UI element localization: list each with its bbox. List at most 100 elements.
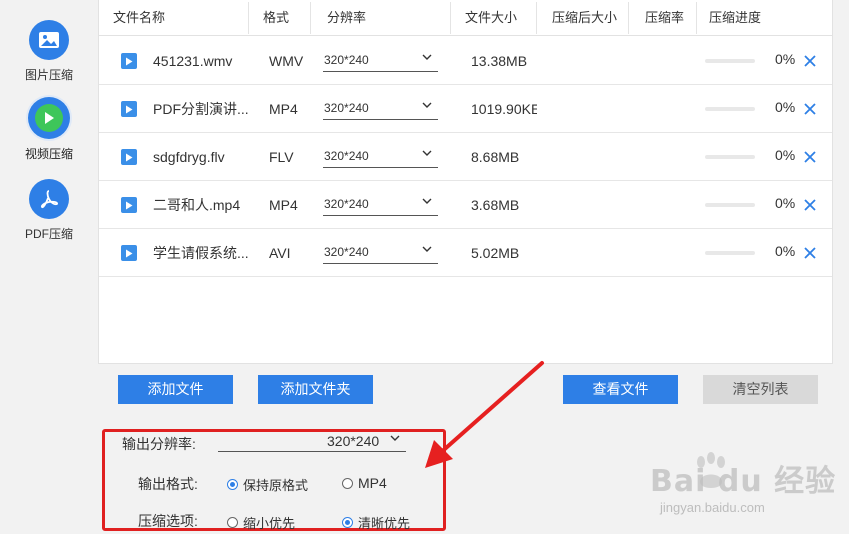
table-row[interactable]: 451231.wmv WMV 320*240 13.38MB 0% xyxy=(99,37,832,85)
compression-ratio xyxy=(645,37,695,85)
sidebar: 图片压缩 视频压缩 PDF压缩 xyxy=(0,0,98,534)
output-format-label: 输出格式: xyxy=(138,476,198,492)
table-row[interactable]: sdgfdryg.flv FLV 320*240 8.68MB 0% xyxy=(99,133,832,181)
column-header-compressed-size: 压缩后大小 xyxy=(552,10,618,25)
progress-bar xyxy=(705,251,755,255)
compress-option-label: 压缩选项: xyxy=(138,513,198,529)
video-file-icon xyxy=(121,53,137,69)
file-format: MP4 xyxy=(269,197,298,213)
table-row[interactable]: 学生请假系统... AVI 320*240 5.02MB 0% xyxy=(99,229,832,277)
file-size: 5.02MB xyxy=(471,245,520,261)
progress-bar xyxy=(705,107,755,111)
file-name: sdgfdryg.flv xyxy=(153,149,225,165)
file-size: 8.68MB xyxy=(471,149,520,165)
remove-row-icon[interactable] xyxy=(803,246,817,260)
file-size: 13.38MB xyxy=(471,53,528,69)
compression-ratio xyxy=(645,85,695,133)
format-option-mp4[interactable]: MP4 xyxy=(342,475,387,491)
chevron-down-icon xyxy=(422,54,432,60)
row-resolution-select[interactable]: 320*240 xyxy=(323,194,438,216)
file-name: 二哥和人.mp4 xyxy=(153,197,241,213)
progress-percent: 0% xyxy=(775,243,796,259)
file-format: AVI xyxy=(269,245,291,261)
radio-unselected-icon xyxy=(342,477,353,489)
chevron-down-icon xyxy=(422,246,432,252)
chevron-down-icon xyxy=(422,150,432,156)
progress-percent: 0% xyxy=(775,147,796,163)
compression-ratio xyxy=(645,133,695,181)
watermark-text: Bai du 经验 xyxy=(650,464,837,499)
table-row[interactable]: PDF分割演讲... MP4 320*240 1019.90KE 0% xyxy=(99,85,832,133)
compressed-size xyxy=(553,229,623,277)
row-resolution-select[interactable]: 320*240 xyxy=(323,98,438,120)
file-name: 451231.wmv xyxy=(153,53,233,69)
row-resolution-select[interactable]: 320*240 xyxy=(323,50,438,72)
compressed-size xyxy=(553,181,623,229)
row-resolution-select[interactable]: 320*240 xyxy=(323,146,438,168)
sidebar-item-label: PDF压缩 xyxy=(24,227,73,241)
compressed-size xyxy=(553,85,623,133)
file-size: 3.68MB xyxy=(471,197,520,213)
column-header-resolution: 分辨率 xyxy=(327,10,367,25)
watermark-url: jingyan.baidu.com xyxy=(660,500,765,515)
file-name: PDF分割演讲... xyxy=(153,101,249,117)
output-resolution-label: 输出分辨率: xyxy=(122,436,196,452)
add-file-button[interactable]: 添加文件 xyxy=(118,375,233,404)
image-icon xyxy=(29,20,69,60)
chevron-down-icon xyxy=(422,198,432,204)
progress-percent: 0% xyxy=(775,51,796,67)
progress-bar xyxy=(705,59,755,63)
play-circle-icon xyxy=(28,97,70,139)
table-header: 文件名称 格式 分辨率 文件大小 压缩后大小 压缩率 压缩进度 xyxy=(99,0,832,36)
output-resolution-value: 320*240 xyxy=(327,433,380,449)
clear-list-button[interactable]: 清空列表 xyxy=(703,375,818,404)
annotation-arrow-icon xyxy=(425,361,544,468)
column-header-ratio: 压缩率 xyxy=(645,10,685,25)
compress-option-size-first[interactable]: 缩小优先 xyxy=(227,513,295,532)
baidu-jingyan-watermark: Bai du 经验 jingyan.baidu.com xyxy=(640,452,835,528)
compression-ratio xyxy=(645,229,695,277)
column-header-progress: 压缩进度 xyxy=(709,10,762,25)
remove-row-icon[interactable] xyxy=(803,198,817,212)
file-format: MP4 xyxy=(269,101,298,117)
compression-ratio xyxy=(645,181,695,229)
remove-row-icon[interactable] xyxy=(803,102,817,116)
progress-bar xyxy=(705,203,755,207)
compress-option-clarity-first[interactable]: 清晰优先 xyxy=(342,513,410,532)
column-header-format: 格式 xyxy=(263,10,290,25)
progress-percent: 0% xyxy=(775,195,796,211)
remove-row-icon[interactable] xyxy=(803,150,817,164)
output-resolution-select[interactable]: 320*240 xyxy=(218,432,406,452)
file-format: FLV xyxy=(269,149,294,165)
add-folder-button[interactable]: 添加文件夹 xyxy=(258,375,373,404)
file-format: WMV xyxy=(269,53,304,69)
video-file-icon xyxy=(121,149,137,165)
column-header-name: 文件名称 xyxy=(113,10,166,25)
radio-selected-icon xyxy=(342,517,353,528)
remove-row-icon[interactable] xyxy=(803,54,817,68)
compressed-size xyxy=(553,133,623,181)
chevron-down-icon xyxy=(390,435,400,441)
file-name: 学生请假系统... xyxy=(153,245,249,261)
sidebar-item-pdf-compress[interactable]: PDF压缩 xyxy=(0,179,98,242)
format-option-keep-original[interactable]: 保持原格式 xyxy=(227,475,308,494)
sidebar-item-label: 图片压缩 xyxy=(24,68,73,82)
pdf-icon xyxy=(29,179,69,219)
view-files-button[interactable]: 查看文件 xyxy=(563,375,678,404)
video-file-icon xyxy=(121,197,137,213)
radio-selected-icon xyxy=(227,479,238,490)
video-file-icon xyxy=(121,245,137,261)
sidebar-item-video-compress[interactable]: 视频压缩 xyxy=(0,97,98,162)
compressed-size xyxy=(553,37,623,85)
table-row[interactable]: 二哥和人.mp4 MP4 320*240 3.68MB 0% xyxy=(99,181,832,229)
progress-bar xyxy=(705,155,755,159)
chevron-down-icon xyxy=(422,102,432,108)
sidebar-item-label: 视频压缩 xyxy=(24,147,73,161)
file-table: 文件名称 格式 分辨率 文件大小 压缩后大小 压缩率 压缩进度 451231.w… xyxy=(98,0,833,364)
row-resolution-select[interactable]: 320*240 xyxy=(323,242,438,264)
video-file-icon xyxy=(121,101,137,117)
sidebar-item-image-compress[interactable]: 图片压缩 xyxy=(0,20,98,83)
progress-percent: 0% xyxy=(775,99,796,115)
file-size: 1019.90KE xyxy=(471,101,537,117)
column-header-size: 文件大小 xyxy=(465,10,518,25)
